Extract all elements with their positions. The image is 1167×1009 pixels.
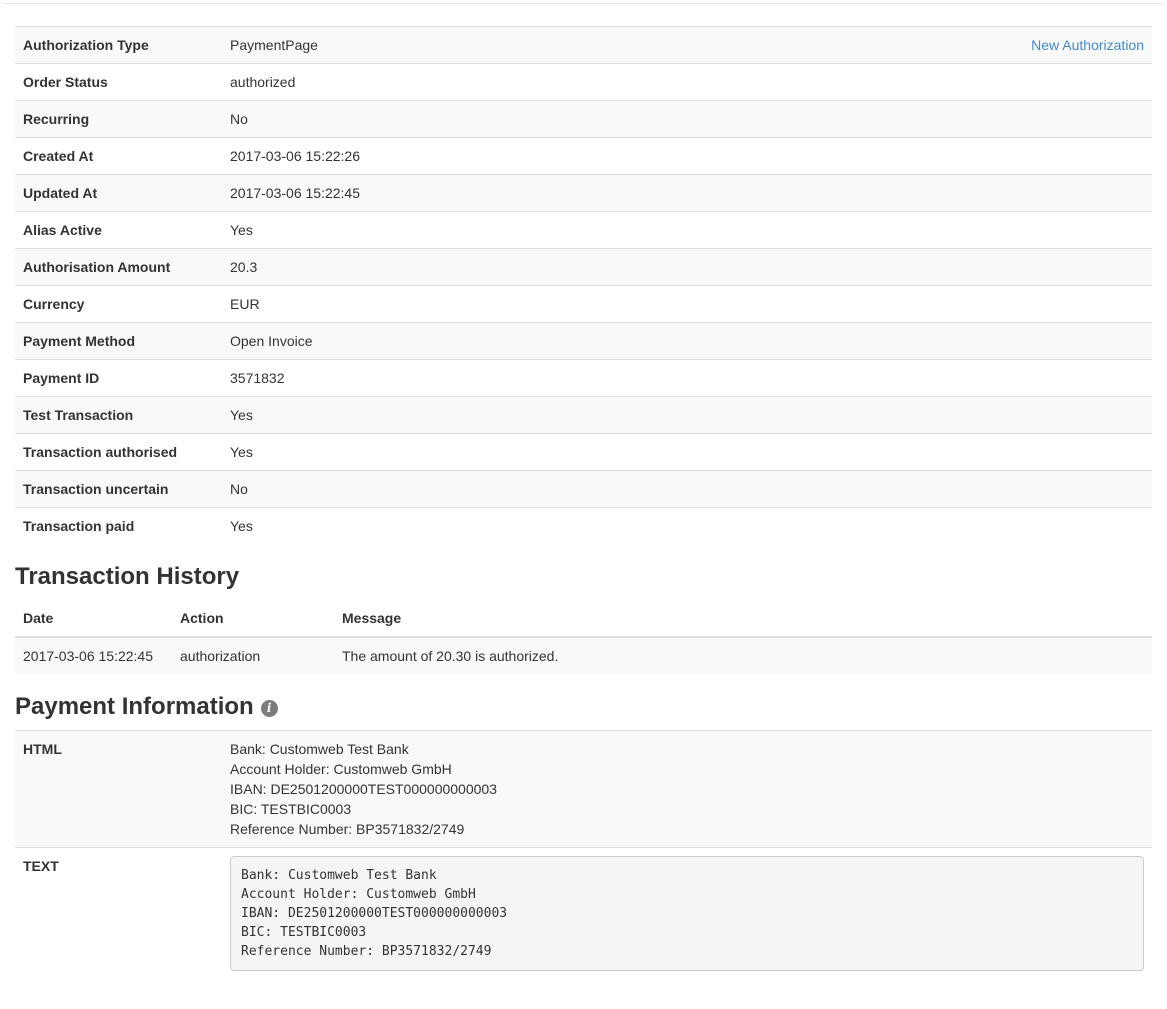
field-value: No [222,471,1152,508]
table-row: Test Transaction Yes [15,397,1152,434]
column-header-message: Message [334,600,1152,637]
account-holder-line: Account Holder: Customweb GmbH [230,759,1144,779]
field-value: Yes [222,434,1152,471]
order-detail-page: Authorization Type PaymentPage New Autho… [0,26,1167,979]
field-label: Transaction uncertain [15,471,222,508]
transaction-history-title: Transaction History [15,564,1152,590]
column-header-date: Date [15,600,172,637]
field-value: 2017-03-06 15:22:45 [222,175,1152,212]
history-message: The amount of 20.30 is authorized. [334,637,1152,674]
reference-number-line: Reference Number: BP3571832/2749 [230,819,1144,839]
transaction-details-table: Authorization Type PaymentPage New Autho… [15,26,1152,544]
field-label: Currency [15,286,222,323]
field-label: Authorization Type [15,27,222,64]
table-row: Created At 2017-03-06 15:22:26 [15,138,1152,175]
table-row: Updated At 2017-03-06 15:22:45 [15,175,1152,212]
payment-info-html-block: Bank: Customweb Test Bank Account Holder… [222,731,1152,848]
field-label: Authorisation Amount [15,249,222,286]
field-value: Open Invoice [222,323,1152,360]
field-value: PaymentPage [222,27,932,64]
table-row: Alias Active Yes [15,212,1152,249]
field-value: 3571832 [222,360,1152,397]
field-label: Transaction authorised [15,434,222,471]
field-label: Created At [15,138,222,175]
new-authorization-link[interactable]: New Authorization [1031,37,1144,53]
field-value: No [222,101,1152,138]
payment-information-table: HTML Bank: Customweb Test Bank Account H… [15,730,1152,979]
field-label: Payment ID [15,360,222,397]
field-label: Order Status [15,64,222,101]
payment-information-title-text: Payment Information [15,693,254,720]
field-value: Yes [222,212,1152,249]
table-row: 2017-03-06 15:22:45 authorization The am… [15,637,1152,674]
iban-line: IBAN: DE2501200000TEST000000000003 [230,779,1144,799]
table-header-row: Date Action Message [15,600,1152,637]
field-value: EUR [222,286,1152,323]
bank-line: Bank: Customweb Test Bank [230,739,1144,759]
table-row: Authorisation Amount 20.3 [15,249,1152,286]
table-row: HTML Bank: Customweb Test Bank Account H… [15,731,1152,848]
table-row: Order Status authorized [15,64,1152,101]
field-value: 20.3 [222,249,1152,286]
table-row: Payment ID 3571832 [15,360,1152,397]
field-label: Alias Active [15,212,222,249]
table-row: Transaction paid Yes [15,508,1152,545]
column-header-action: Action [172,600,334,637]
payment-information-title: Payment Information i [15,694,1152,720]
top-divider [3,3,1164,4]
field-label: Payment Method [15,323,222,360]
history-date: 2017-03-06 15:22:45 [15,637,172,674]
table-row: Transaction authorised Yes [15,434,1152,471]
field-label: HTML [15,731,222,848]
table-row: Authorization Type PaymentPage New Autho… [15,27,1152,64]
field-label: Recurring [15,101,222,138]
field-label: Transaction paid [15,508,222,545]
field-label: Test Transaction [15,397,222,434]
payment-info-text-block: Bank: Customweb Test Bank Account Holder… [230,856,1144,971]
field-label: TEXT [15,848,222,980]
table-row: Transaction uncertain No [15,471,1152,508]
bic-line: BIC: TESTBIC0003 [230,799,1144,819]
info-icon[interactable]: i [261,700,278,717]
table-row: TEXT Bank: Customweb Test Bank Account H… [15,848,1152,980]
field-value: Yes [222,508,1152,545]
field-value: 2017-03-06 15:22:26 [222,138,1152,175]
table-row: Payment Method Open Invoice [15,323,1152,360]
field-label: Updated At [15,175,222,212]
history-action: authorization [172,637,334,674]
table-row: Currency EUR [15,286,1152,323]
field-value: Yes [222,397,1152,434]
payment-info-text-cell: Bank: Customweb Test Bank Account Holder… [222,848,1152,980]
transaction-history-table: Date Action Message 2017-03-06 15:22:45 … [15,600,1152,674]
row-action-cell: New Authorization [932,27,1152,64]
field-value: authorized [222,64,1152,101]
table-row: Recurring No [15,101,1152,138]
